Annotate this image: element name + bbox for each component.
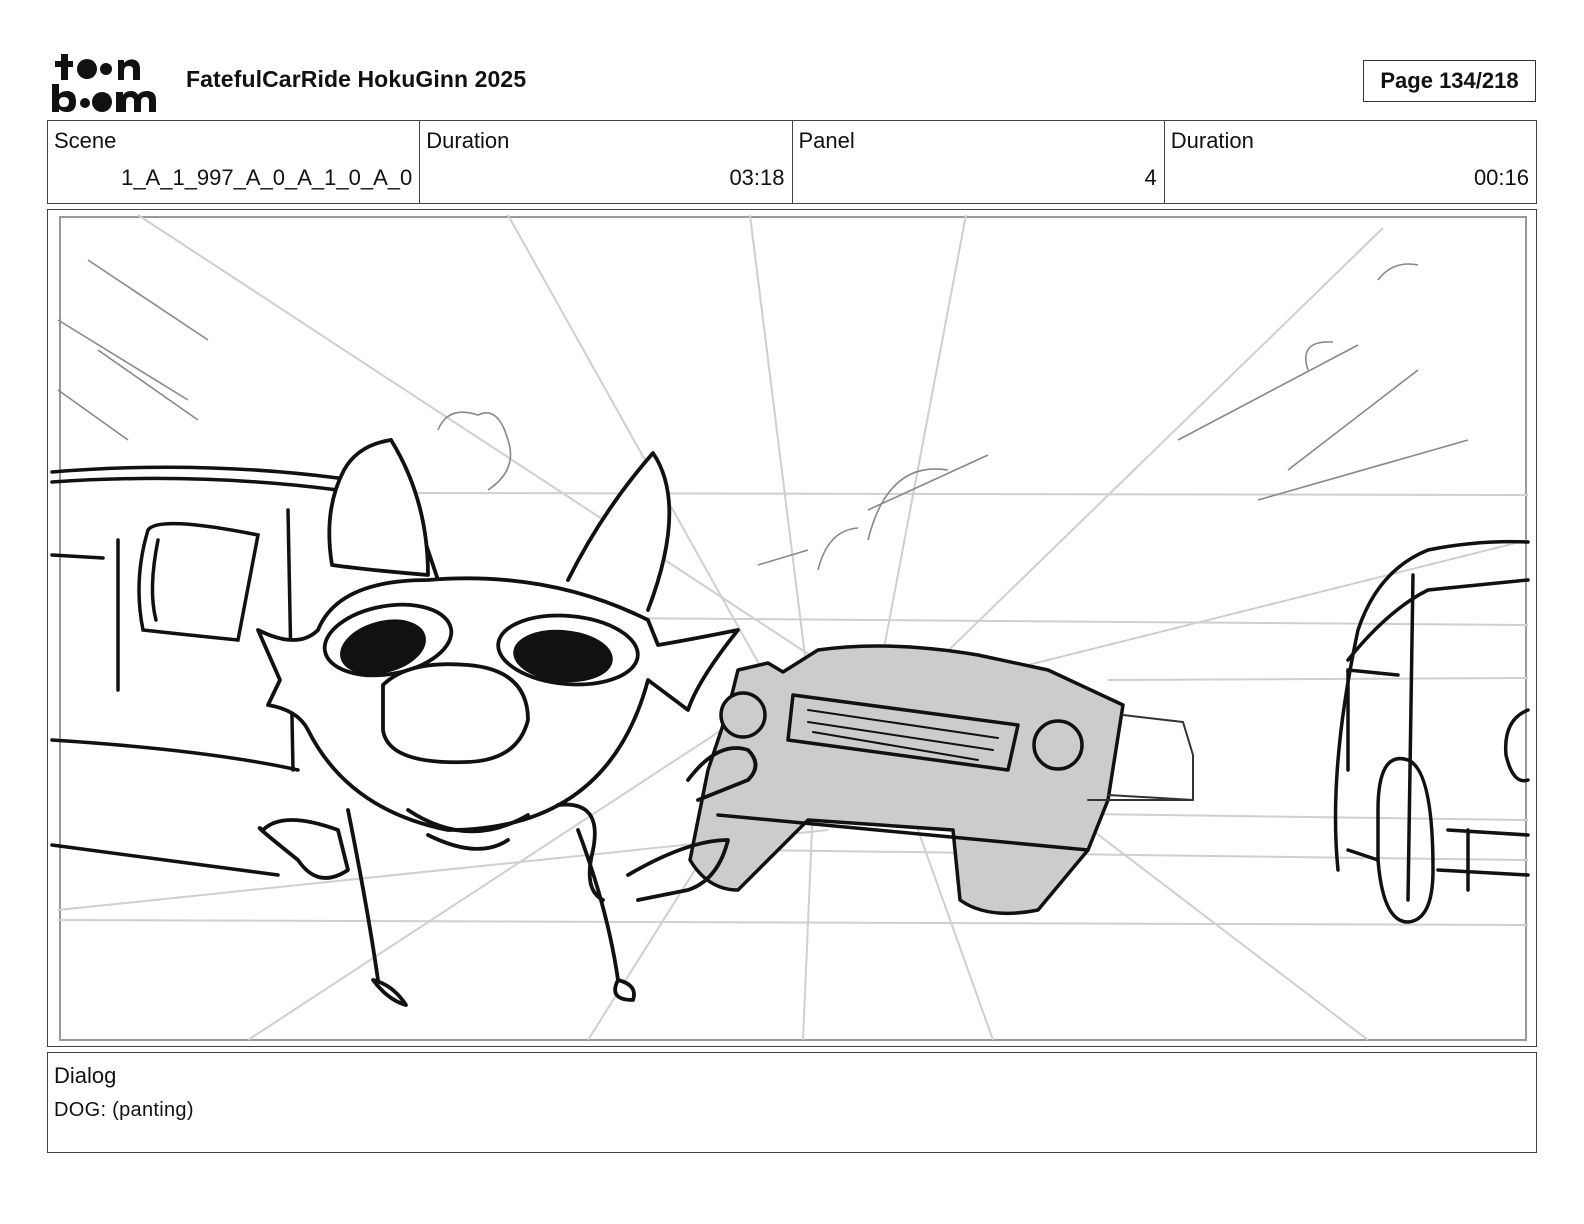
scene-duration-label: Duration [426, 128, 510, 153]
storyboard-panel [47, 209, 1537, 1047]
panel-duration-value: 00:16 [1473, 165, 1529, 190]
scene-duration-value: 03:18 [729, 165, 785, 190]
toonboom-logo-icon [52, 54, 156, 112]
panel-duration-cell: Duration 00:16 [1165, 121, 1536, 203]
scene-label: Scene [54, 128, 117, 153]
scene-duration-cell: Duration 03:18 [420, 121, 793, 203]
page-indicator: Page 134/218 [1363, 60, 1536, 102]
safe-area-border [59, 216, 1527, 1041]
dialog-label: Dialog [54, 1063, 117, 1088]
scene-cell: Scene 1_A_1_997_A_0_A_1_0_A_0 [48, 121, 421, 203]
toonboom-logo [50, 50, 166, 114]
right-car [1333, 539, 1530, 924]
panel-duration-label: Duration [1170, 128, 1254, 153]
scene-value: 1_A_1_997_A_0_A_1_0_A_0 [121, 165, 413, 190]
dialog-text: DOG: (panting) [54, 1099, 194, 1121]
center-car [688, 644, 1194, 916]
perspective-lines [57, 214, 1529, 1041]
scene-info-table: Scene 1_A_1_997_A_0_A_1_0_A_0 Duration 0… [47, 120, 1537, 204]
speed-lines [57, 259, 1469, 571]
dialog-box: Dialog DOG: (panting) [47, 1052, 1537, 1153]
panel-cell: Panel 4 [793, 121, 1165, 203]
panel-label: Panel [798, 128, 855, 153]
document-title: FatefulCarRide HokuGinn 2025 [186, 66, 527, 92]
panel-value: 4 [1144, 165, 1157, 190]
storyboard-sketch-image [50, 214, 1530, 1041]
